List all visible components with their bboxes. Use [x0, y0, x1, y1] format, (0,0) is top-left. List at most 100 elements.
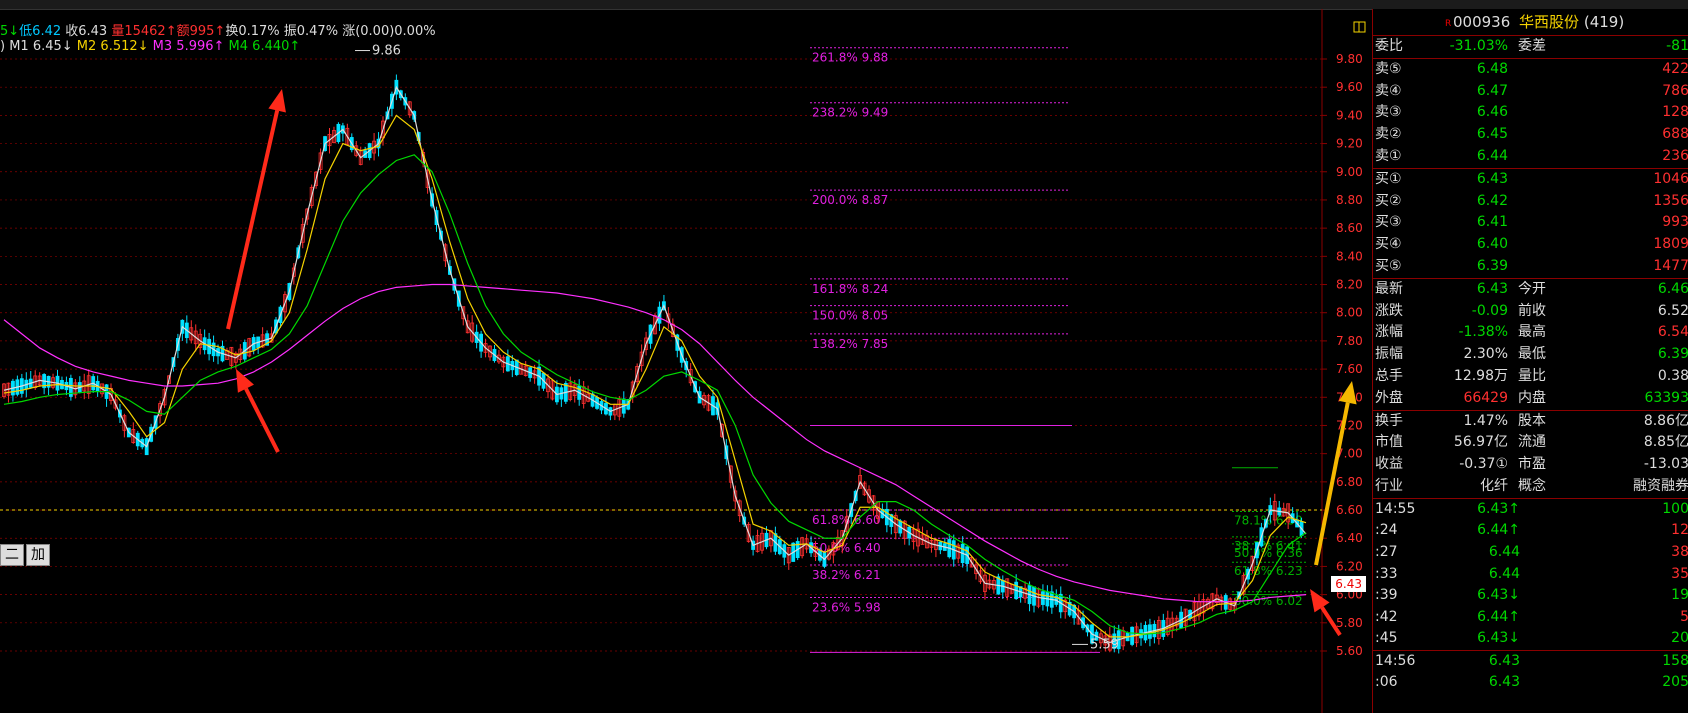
- kline-chart-panel[interactable]: 5.605.806.006.206.406.606.807.007.207.40…: [0, 9, 1370, 713]
- ma-line-M2: [3, 114, 1307, 638]
- add-button[interactable]: 加: [26, 544, 50, 566]
- ohlc-segment-0: 5↓: [0, 24, 20, 39]
- red-arrow-small-head: [1310, 589, 1330, 613]
- tick-volume: 12: [1671, 522, 1688, 539]
- ohlc-segment-7: 涨(0.00)0.00%: [338, 24, 436, 39]
- stat-value: 66429: [1463, 389, 1508, 406]
- tick-row: :27 6.44 38: [1373, 542, 1688, 564]
- tick-row: :42 6.44↑5: [1373, 607, 1688, 629]
- moving-average-legend: ) M1 6.45↓ M2 6.512↓ M3 5.996↑ M4 6.440↑: [0, 39, 300, 54]
- price-tick-label: 5.80: [1336, 616, 1363, 630]
- red-arrow-left-shaft: [244, 387, 280, 453]
- price-tick-label: 5.60: [1336, 644, 1363, 658]
- kline-chart[interactable]: 5.605.806.006.206.406.606.807.007.207.40…: [0, 9, 1370, 713]
- bid-row[interactable]: 买⑤ 6.39 1477: [1373, 256, 1688, 278]
- tick-price: 6.43↑: [1477, 500, 1520, 517]
- stat-value: -13.03: [1643, 456, 1688, 473]
- ask-row[interactable]: 卖② 6.45 688: [1373, 124, 1688, 146]
- ma-segment-0: ) M1 6.45↓: [0, 39, 73, 54]
- bid-row[interactable]: 买② 6.42 1356: [1373, 191, 1688, 213]
- price-tick-label: 8.00: [1336, 306, 1363, 320]
- stat-value: 8.86亿: [1643, 412, 1688, 429]
- ask-row[interactable]: 卖④ 6.47 786: [1373, 81, 1688, 103]
- tick-price: 6.43: [1488, 652, 1520, 669]
- tick-time: :27: [1375, 543, 1398, 560]
- ask-row[interactable]: 卖③ 6.46 128: [1373, 102, 1688, 124]
- industry-label: 行业: [1375, 477, 1403, 494]
- tick-row: 14:55 6.43↑ 100: [1373, 499, 1688, 521]
- tick-time: :42: [1375, 608, 1398, 625]
- tick-time: :45: [1375, 630, 1398, 647]
- fib-level-label: 238.2% 9.49: [812, 106, 888, 120]
- tick-price: 6.43↓: [1477, 587, 1520, 604]
- ask-volume: 236: [1662, 147, 1688, 164]
- fib-level-label: 200.0% 8.87: [812, 193, 888, 207]
- ohlc-info-line: 5↓低6.42 收6.43 量15462↑额995↑换0.17% 振0.47% …: [0, 20, 436, 39]
- ma-line-M1: [3, 85, 1307, 644]
- add-button-prefix[interactable]: 二: [0, 544, 24, 566]
- price-stats: 最新 6.43 今开 6.46 涨跌 -0.09 前收 6.52 涨幅 -1.38% 最高 6.54 振…: [1373, 279, 1688, 411]
- ask-volume: 786: [1662, 82, 1688, 99]
- ohlc-segment-1: 低6.42: [19, 24, 62, 39]
- diff-value: -81: [1666, 38, 1688, 54]
- tick-time: 14:56: [1375, 652, 1416, 669]
- bid-label: 买④: [1375, 236, 1402, 253]
- concept-value[interactable]: 融资融券: [1578, 476, 1688, 498]
- industry-row: 行业 化纤 概念 融资融券: [1373, 476, 1688, 499]
- industry-value[interactable]: 化纤: [1423, 476, 1508, 498]
- price-tick-label: 6.40: [1336, 531, 1363, 545]
- stock-name[interactable]: 华西股份: [1519, 13, 1579, 31]
- bid-row[interactable]: 买① 6.43 1046: [1373, 169, 1688, 191]
- price-tick-label: 6.80: [1336, 475, 1363, 489]
- ask-price: 6.48: [1476, 60, 1508, 77]
- stat-label: 量比: [1518, 367, 1546, 384]
- stat-label: 今开: [1518, 280, 1546, 297]
- tick-row: :39 6.43↓ 19: [1373, 585, 1688, 607]
- stat-value: 6.46: [1657, 280, 1688, 297]
- red-arrow-up-head: [268, 89, 286, 113]
- bid-price: 6.41: [1476, 214, 1508, 231]
- bid-volume: 993: [1662, 214, 1688, 231]
- stock-code: 000936: [1453, 13, 1511, 31]
- ohlc-segment-5: 换0.17%: [225, 24, 280, 39]
- stat-label: 前收: [1518, 302, 1546, 319]
- stat-label: 最低: [1518, 346, 1546, 363]
- tick-volume: 38: [1671, 543, 1688, 560]
- stat-label: 流通: [1518, 434, 1546, 451]
- ask-price: 6.47: [1476, 82, 1508, 99]
- bid-price: 6.40: [1476, 236, 1508, 253]
- price-tick-label: 9.40: [1336, 108, 1363, 122]
- stat-value: -1.38%: [1458, 324, 1508, 341]
- ask-volume: 688: [1662, 126, 1688, 143]
- stat-value: 6.43: [1476, 280, 1508, 297]
- bid-volume: 1046: [1653, 170, 1688, 187]
- bid-book: 买① 6.43 1046 买② 6.42 1356 买③ 6.41 993 买④ 6.40 1809 买…: [1373, 169, 1688, 279]
- price-tick-label: 6.60: [1336, 503, 1363, 517]
- ask-book: 卖⑤ 6.48 422 卖④ 6.47 786 卖③ 6.46 128 卖② 6.45 688 卖① 6.…: [1373, 59, 1688, 169]
- fib-level-label: 138.2% 7.85: [812, 337, 888, 351]
- stat-value: 6.52: [1657, 302, 1688, 319]
- stat-value: 0.38: [1657, 367, 1688, 384]
- tick-time: :24: [1375, 522, 1398, 539]
- fundamental-stats: 换手 1.47% 股本 8.86亿 市值 56.97亿 流通 8.85亿 收益 -0.37① 市盈 -…: [1373, 411, 1688, 476]
- bid-label: 买③: [1375, 214, 1402, 231]
- stat-value: 6.54: [1657, 324, 1688, 341]
- ohlc-segment-6: 振0.47%: [279, 24, 339, 39]
- r-mark: R: [1445, 19, 1452, 29]
- fib-level-label: 261.8% 9.88: [812, 51, 888, 65]
- ask-row[interactable]: 卖⑤ 6.48 422: [1373, 59, 1688, 81]
- tick-price: 6.44↑: [1477, 522, 1520, 539]
- diff-label: 委差: [1518, 38, 1546, 54]
- tick-row: 14:56 6.43 158: [1373, 649, 1688, 673]
- ask-price: 6.45: [1476, 126, 1508, 143]
- bid-row[interactable]: 买③ 6.41 993: [1373, 212, 1688, 234]
- tick-volume: 158: [1662, 652, 1688, 669]
- price-tick-label: 6.20: [1336, 559, 1363, 573]
- bid-row[interactable]: 买④ 6.40 1809: [1373, 234, 1688, 256]
- fib-level-label: 38.2% 6.21: [812, 568, 881, 582]
- stock-title: R 000936 华西股份 (419): [1373, 9, 1688, 36]
- ask-label: 卖⑤: [1375, 60, 1402, 77]
- ask-row[interactable]: 卖① 6.44 236: [1373, 146, 1688, 168]
- concept-label: 概念: [1518, 477, 1546, 494]
- tick-row: :06 6.43 205: [1373, 672, 1688, 694]
